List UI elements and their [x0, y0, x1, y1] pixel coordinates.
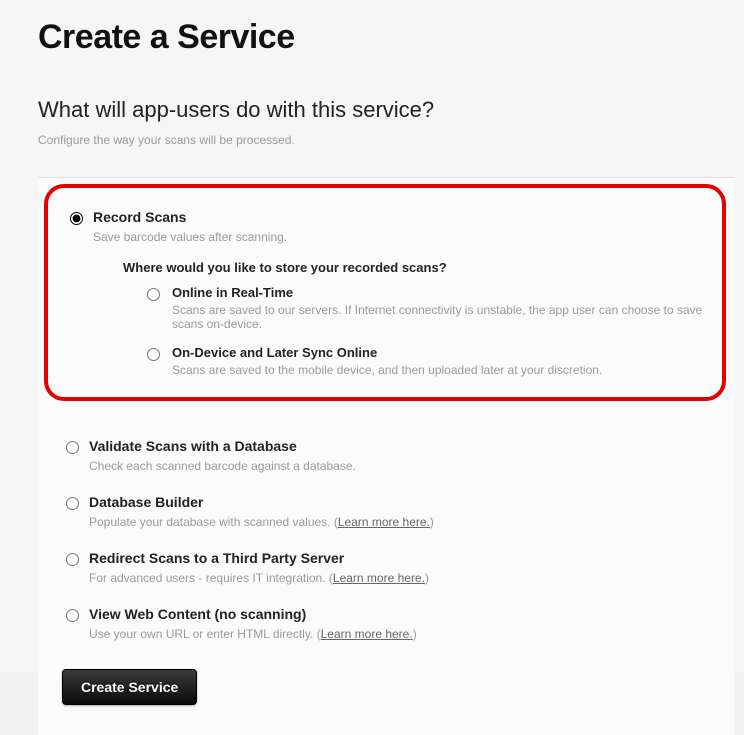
radio-redirect[interactable]	[66, 553, 79, 566]
page-container: Create a Service What will app-users do …	[0, 0, 744, 672]
redirect-learn-link[interactable]: Learn more here.	[333, 571, 425, 585]
dbuilder-learn-link[interactable]: Learn more here.	[338, 515, 430, 529]
suboption-ondevice[interactable]: On-Device and Later Sync Online Scans ar…	[147, 345, 704, 377]
validate-desc: Check each scanned barcode against a dat…	[89, 457, 716, 475]
webcontent-desc: Use your own URL or enter HTML directly.…	[89, 625, 716, 643]
dbuilder-desc: Populate your database with scanned valu…	[89, 513, 716, 531]
options-panel: Record Scans Save barcode values after s…	[38, 177, 734, 735]
redirect-desc: For advanced users - requires IT integra…	[89, 569, 716, 587]
radio-online-realtime[interactable]	[147, 288, 160, 301]
radio-web-content[interactable]	[66, 609, 79, 622]
suboption-online[interactable]: Online in Real-Time Scans are saved to o…	[147, 285, 704, 331]
ondevice-desc: Scans are saved to the mobile device, an…	[172, 363, 602, 377]
page-title: Create a Service	[0, 0, 744, 57]
record-scans-label: Record Scans	[93, 209, 704, 225]
option-database-builder[interactable]: Database Builder Populate your database …	[66, 489, 716, 531]
redirect-label: Redirect Scans to a Third Party Server	[89, 550, 716, 566]
radio-validate[interactable]	[66, 441, 79, 454]
radio-record-scans[interactable]	[70, 212, 83, 225]
option-validate[interactable]: Validate Scans with a Database Check eac…	[66, 433, 716, 475]
option-record-scans[interactable]: Record Scans Save barcode values after s…	[70, 204, 704, 377]
webcontent-label: View Web Content (no scanning)	[89, 606, 716, 622]
lower-options: Validate Scans with a Database Check eac…	[38, 409, 734, 643]
dbuilder-label: Database Builder	[89, 494, 716, 510]
storage-question: Where would you like to store your recor…	[123, 260, 704, 275]
ondevice-label: On-Device and Later Sync Online	[172, 345, 602, 360]
option-redirect[interactable]: Redirect Scans to a Third Party Server F…	[66, 545, 716, 587]
radio-database-builder[interactable]	[66, 497, 79, 510]
create-service-button[interactable]: Create Service	[62, 669, 197, 705]
page-subnote: Configure the way your scans will be pro…	[0, 123, 744, 147]
radio-ondevice[interactable]	[147, 348, 160, 361]
option-web-content[interactable]: View Web Content (no scanning) Use your …	[66, 601, 716, 643]
validate-label: Validate Scans with a Database	[89, 438, 716, 454]
online-label: Online in Real-Time	[172, 285, 704, 300]
online-desc: Scans are saved to our servers. If Inter…	[172, 303, 704, 331]
record-scans-highlight: Record Scans Save barcode values after s…	[44, 184, 726, 401]
page-subheading: What will app-users do with this service…	[0, 57, 744, 123]
webcontent-learn-link[interactable]: Learn more here.	[321, 627, 413, 641]
record-scans-desc: Save barcode values after scanning.	[93, 228, 704, 246]
